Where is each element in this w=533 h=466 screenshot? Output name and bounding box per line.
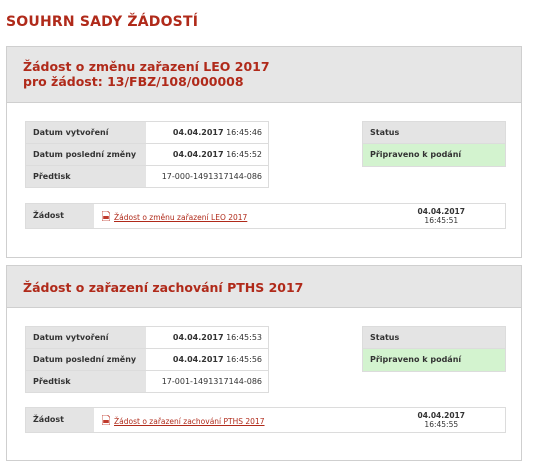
- card-title: Žádost o změnu zařazení LEO 2017: [23, 59, 270, 74]
- document-link-text[interactable]: Žádost o zařazení zachování PTHS 2017: [114, 417, 265, 426]
- document-label: Žádost: [26, 204, 94, 228]
- print-label: Předtisk: [25, 370, 146, 393]
- row-created: Datum vytvoření 04.04.2017 16:45:46: [25, 121, 269, 144]
- request-card-2: Žádost o zařazení zachování PTHS 2017 Da…: [6, 265, 522, 461]
- info-table: Datum vytvoření 04.04.2017 16:45:46 Datu…: [25, 121, 269, 188]
- status-box: Status Připraveno k podání: [362, 121, 506, 167]
- document-row: Žádost Žádost o změnu zařazení LEO 2017 …: [25, 203, 506, 229]
- row-print: Předtisk 17-000-1491317144-086: [25, 165, 269, 188]
- created-value: 04.04.2017 16:45:53: [145, 326, 269, 349]
- pdf-icon: [102, 211, 110, 221]
- document-label: Žádost: [26, 408, 94, 432]
- print-label: Předtisk: [25, 165, 146, 188]
- last-change-label: Datum poslední změny: [25, 348, 146, 371]
- last-change-value: 04.04.2017 16:45:56: [145, 348, 269, 371]
- document-row: Žádost Žádost o zařazení zachování PTHS …: [25, 407, 506, 433]
- info-table: Datum vytvoření 04.04.2017 16:45:53 Datu…: [25, 326, 269, 393]
- page-title: SOUHRN SADY ŽÁDOSTÍ: [6, 14, 199, 30]
- document-timestamp: 04.04.2017 16:45:51: [417, 207, 465, 225]
- created-label: Datum vytvoření: [25, 326, 146, 349]
- card-header: Žádost o zařazení zachování PTHS 2017: [7, 266, 521, 308]
- document-link[interactable]: Žádost o změnu zařazení LEO 2017: [102, 211, 247, 223]
- document-link-text[interactable]: Žádost o změnu zařazení LEO 2017: [114, 213, 247, 222]
- card-title: Žádost o zařazení zachování PTHS 2017: [23, 280, 304, 295]
- row-last-change: Datum poslední změny 04.04.2017 16:45:52: [25, 143, 269, 166]
- created-label: Datum vytvoření: [25, 121, 146, 144]
- card-header: Žádost o změnu zařazení LEO 2017 pro žád…: [7, 47, 521, 103]
- request-card-1: Žádost o změnu zařazení LEO 2017 pro žád…: [6, 46, 522, 258]
- print-value: 17-000-1491317144-086: [161, 172, 262, 181]
- print-value: 17-001-1491317144-086: [161, 377, 262, 386]
- last-change-label: Datum poslední změny: [25, 143, 146, 166]
- row-created: Datum vytvoření 04.04.2017 16:45:53: [25, 326, 269, 349]
- last-change-value: 04.04.2017 16:45:52: [145, 143, 269, 166]
- status-badge: Připraveno k podání: [363, 144, 505, 166]
- card-subtitle: pro žádost: 13/FBZ/108/000008: [23, 74, 244, 89]
- row-print: Předtisk 17-001-1491317144-086: [25, 370, 269, 393]
- pdf-icon: [102, 415, 110, 425]
- status-box: Status Připraveno k podání: [362, 326, 506, 372]
- document-timestamp: 04.04.2017 16:45:55: [417, 411, 465, 429]
- created-value: 04.04.2017 16:45:46: [145, 121, 269, 144]
- row-last-change: Datum poslední změny 04.04.2017 16:45:56: [25, 348, 269, 371]
- document-link[interactable]: Žádost o zařazení zachování PTHS 2017: [102, 415, 265, 427]
- status-label: Status: [363, 122, 505, 144]
- status-badge: Připraveno k podání: [363, 349, 505, 371]
- status-label: Status: [363, 327, 505, 349]
